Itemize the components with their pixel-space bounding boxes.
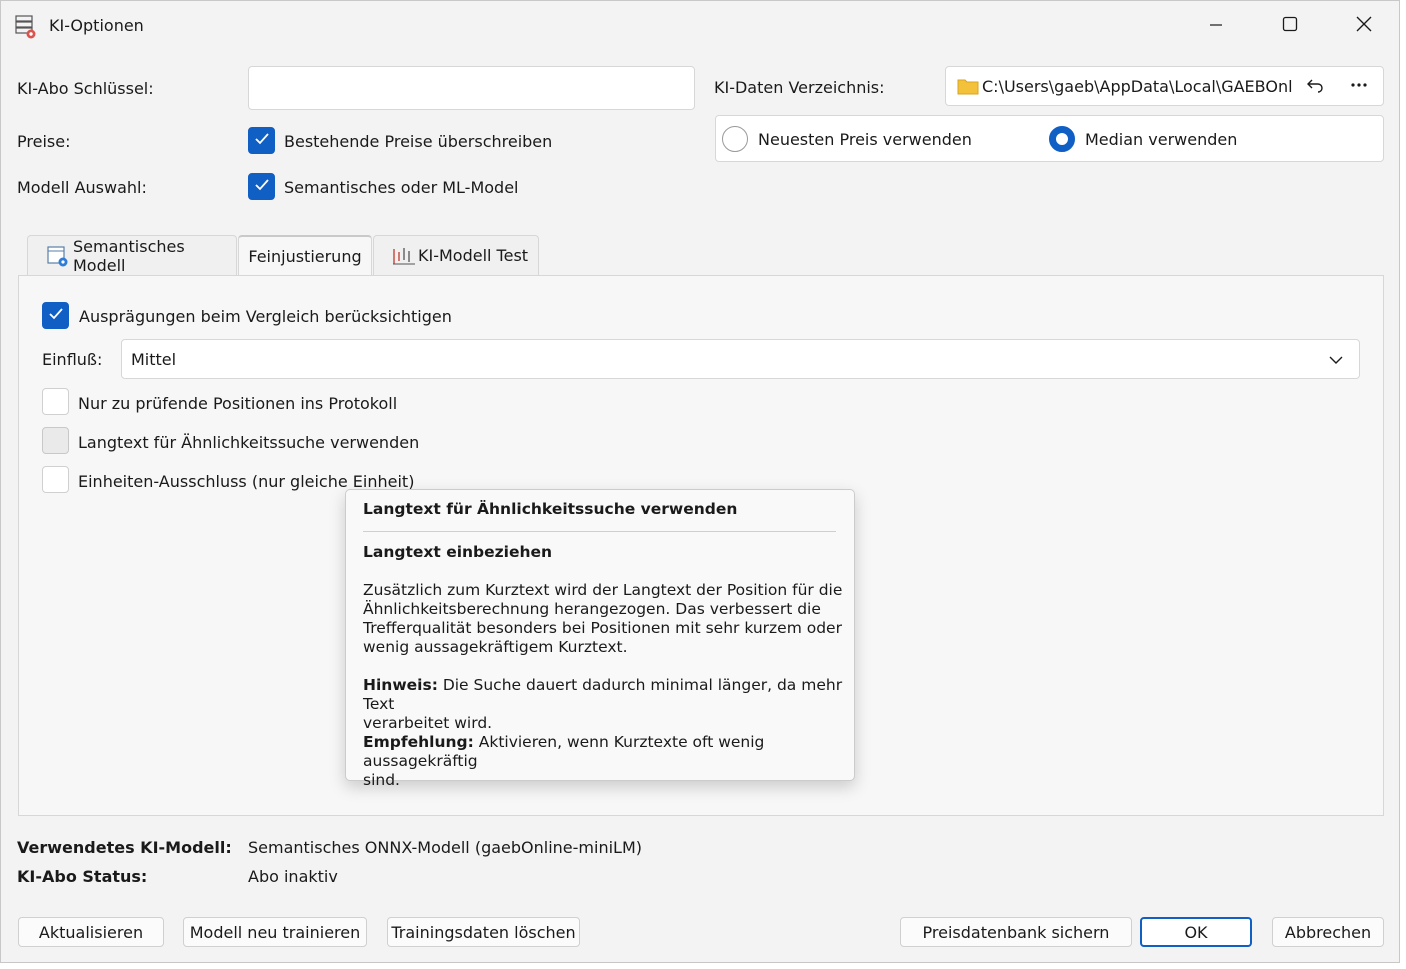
minimize-button[interactable] <box>1193 1 1239 51</box>
overwrite-prices-label: Bestehende Preise überschreiben <box>284 132 553 151</box>
tooltip-divider <box>363 531 836 532</box>
window-title: KI-Optionen <box>49 16 144 35</box>
ok-button[interactable]: OK <box>1140 917 1252 947</box>
tooltip-body: Zusätzlich zum Kurztext wird der Langtex… <box>363 581 843 657</box>
price-mode-group: Neuesten Preis verwenden Median verwende… <box>715 115 1384 162</box>
units-exclusion-checkbox[interactable] <box>42 466 69 493</box>
options-window: KI-Optionen KI-Abo Schlüssel: KI-Daten V… <box>0 0 1400 963</box>
maximize-button[interactable] <box>1267 1 1313 51</box>
refresh-button[interactable]: Aktualisieren <box>18 917 164 947</box>
used-model-value: Semantisches ONNX-Modell (gaebOnline-min… <box>248 838 642 857</box>
check-icon <box>254 177 270 196</box>
cancel-button[interactable]: Abbrechen <box>1272 917 1384 947</box>
median-radio[interactable] <box>1049 126 1075 152</box>
longtext-tooltip: Langtext für Ähnlichkeitssuche verwenden… <box>345 489 855 789</box>
data-dir-value: C:\Users\gaeb\AppData\Local\GAEBOnline\I <box>982 77 1294 96</box>
more-options-icon[interactable] <box>1350 76 1368 98</box>
latest-price-radio[interactable] <box>722 126 748 152</box>
tooltip-recommendation-label: Empfehlung: <box>363 733 474 751</box>
overwrite-prices-checkbox[interactable] <box>248 127 275 154</box>
chart-test-icon <box>392 246 416 266</box>
data-dir-field[interactable]: C:\Users\gaeb\AppData\Local\GAEBOnline\I <box>945 66 1384 106</box>
abo-status-value: Abo inaktiv <box>248 867 338 886</box>
server-settings-icon <box>14 14 38 40</box>
used-model-label: Verwendetes KI-Modell: <box>17 838 232 857</box>
latest-price-label: Neuesten Preis verwenden <box>758 130 972 149</box>
backup-price-db-button[interactable]: Preisdatenbank sichern <box>900 917 1132 947</box>
check-icon <box>48 306 64 325</box>
delete-training-data-button[interactable]: Trainingsdaten löschen <box>387 917 580 947</box>
tooltip-body-line: Trefferqualität besonders bei Positionen… <box>363 619 842 637</box>
tooltip-title: Langtext für Ähnlichkeitssuche verwenden <box>363 500 738 518</box>
close-icon <box>1356 16 1372 36</box>
only-check-checkbox[interactable] <box>42 388 69 415</box>
abo-key-label: KI-Abo Schlüssel: <box>17 79 154 98</box>
longtext-checkbox[interactable] <box>42 427 69 454</box>
tooltip-body-line: wenig aussagekräftigem Kurztext. <box>363 638 628 656</box>
influence-select[interactable]: Mittel <box>121 339 1360 379</box>
tab-fine-tuning-label: Feinjustierung <box>248 247 362 266</box>
tooltip-subtitle: Langtext einbeziehen <box>363 543 553 561</box>
tab-model-test[interactable]: KI-Modell Test <box>373 235 539 275</box>
tab-semantic-model-label: Semantisches Modell <box>73 236 185 275</box>
influence-label: Einfluß: <box>42 350 103 369</box>
semantic-model-checkbox[interactable] <box>248 173 275 200</box>
influence-value: Mittel <box>131 350 177 369</box>
retrain-model-button[interactable]: Modell neu trainieren <box>183 917 367 947</box>
minimize-icon <box>1209 17 1223 36</box>
tooltip-recommendation-line: sind. <box>363 771 400 789</box>
prices-label: Preise: <box>17 132 71 151</box>
tooltip-body-line: Zusätzlich zum Kurztext wird der Langtex… <box>363 581 843 599</box>
tooltip-hint: Hinweis: Die Suche dauert dadurch minima… <box>363 676 843 733</box>
tooltip-body-line: Ähnlichkeitsberechnung herangezogen. Das… <box>363 600 821 618</box>
abo-status-label: KI-Abo Status: <box>17 867 148 886</box>
close-button[interactable] <box>1341 1 1387 51</box>
longtext-label: Langtext für Ähnlichkeitssuche verwenden <box>78 433 420 452</box>
only-check-label: Nur zu prüfende Positionen ins Protokoll <box>78 394 398 413</box>
semantic-model-label: Semantisches oder ML-Model <box>284 178 519 197</box>
compare-variants-checkbox[interactable] <box>42 302 69 329</box>
folder-icon <box>957 77 979 99</box>
compare-variants-label: Ausprägungen beim Vergleich berücksichti… <box>79 307 452 326</box>
tooltip-hint-label: Hinweis: <box>363 676 438 694</box>
tab-fine-tuning[interactable]: Feinjustierung <box>238 235 372 276</box>
semantic-model-icon <box>47 245 69 267</box>
median-label: Median verwenden <box>1085 130 1238 149</box>
undo-icon[interactable] <box>1306 76 1324 98</box>
chevron-down-icon <box>1328 352 1344 372</box>
abo-key-input[interactable] <box>248 66 695 110</box>
tab-model-test-label: KI-Modell Test <box>418 246 529 265</box>
data-dir-label: KI-Daten Verzeichnis: <box>714 78 885 97</box>
check-icon <box>254 131 270 150</box>
tooltip-recommendation: Empfehlung: Aktivieren, wenn Kurztexte o… <box>363 733 843 790</box>
tab-semantic-model[interactable]: Semantisches Modell <box>27 235 237 275</box>
tooltip-hint-line: verarbeitet wird. <box>363 714 493 732</box>
maximize-icon <box>1282 16 1298 36</box>
model-select-label: Modell Auswahl: <box>17 178 147 197</box>
